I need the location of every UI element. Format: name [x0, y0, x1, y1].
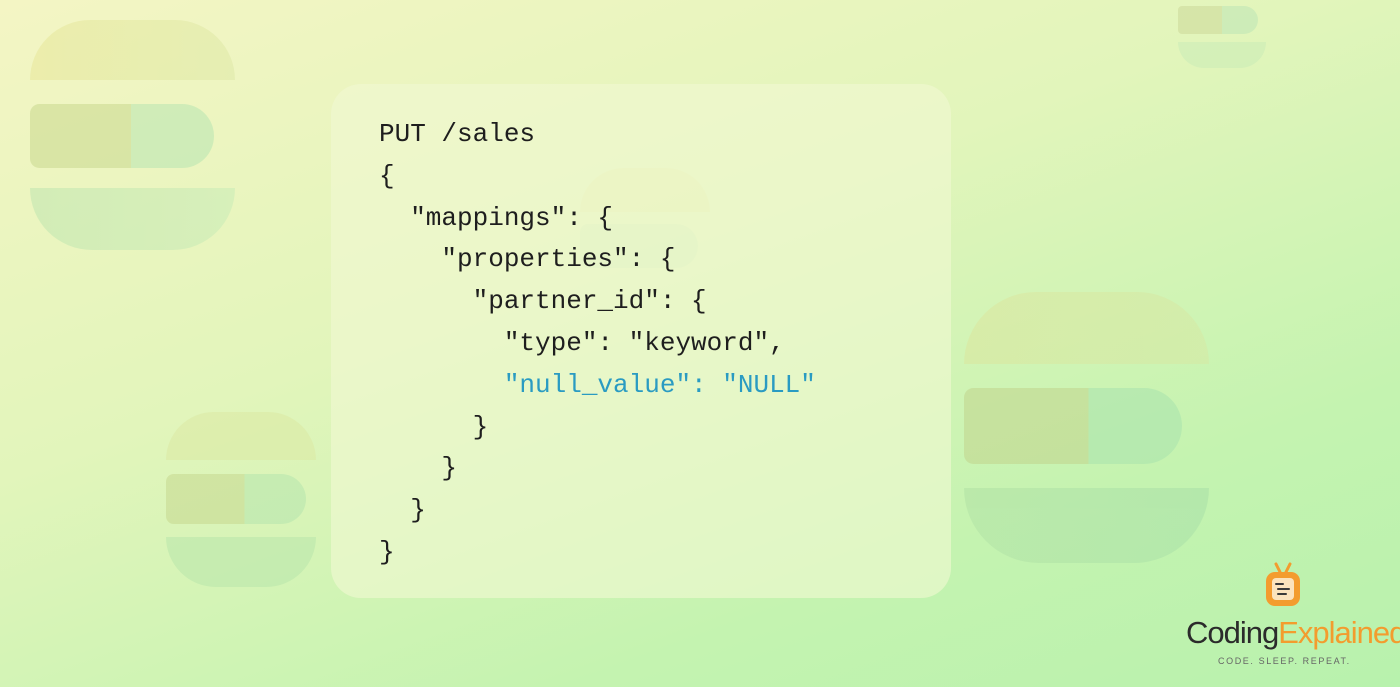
- brand-name-coding: Coding: [1186, 615, 1279, 650]
- brand-logo: CodingExplained CODE. SLEEP. REPEAT.: [1180, 560, 1400, 675]
- brand-name-explained: Explained: [1278, 615, 1400, 650]
- brand-name: CodingExplained: [1186, 615, 1400, 651]
- code-line: PUT /sales: [379, 119, 536, 149]
- background-logo-left: [30, 20, 240, 252]
- code-line: "type": "keyword",: [379, 327, 785, 358]
- brand-tagline: CODE. SLEEP. REPEAT.: [1218, 656, 1351, 666]
- code-line: }: [379, 495, 426, 526]
- background-logo-top-right: [1178, 0, 1270, 70]
- background-logo-bottom-left: [166, 412, 326, 592]
- code-line: {: [379, 160, 395, 191]
- code-line-highlighted: "null_value": "NULL": [379, 369, 816, 400]
- tv-icon: [1266, 562, 1300, 606]
- code-line: }: [379, 536, 395, 567]
- code-card: PUT /sales { "mappings": { "properties": …: [331, 84, 951, 598]
- code-line: }: [379, 453, 458, 484]
- code-line: "mappings": {: [379, 202, 614, 233]
- code-line: "partner_id": {: [379, 286, 707, 317]
- background-logo-right: [964, 292, 1214, 567]
- code-line: "properties": {: [379, 244, 676, 275]
- code-line: }: [379, 411, 489, 442]
- code-block: PUT /sales { "mappings": { "properties": …: [379, 114, 816, 574]
